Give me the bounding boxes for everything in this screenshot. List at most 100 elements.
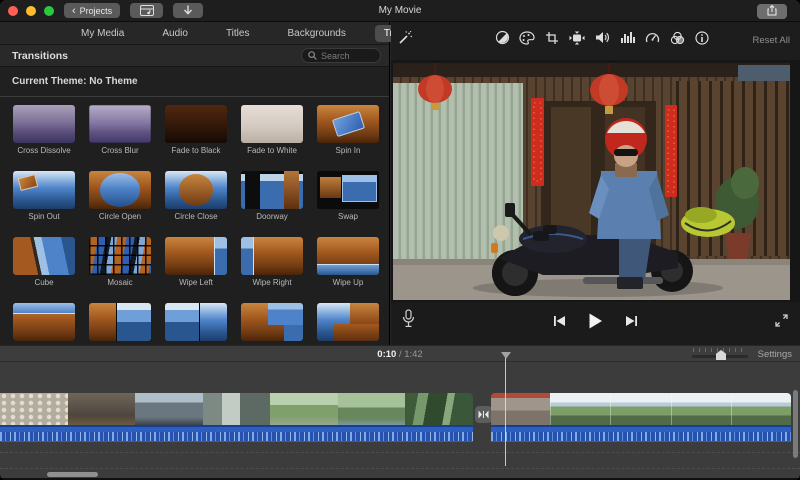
color-balance-icon [495, 30, 510, 50]
skip-next-button[interactable] [621, 313, 643, 333]
imovie-window: ‹ Projects My Movie My MediaAudioTitlesB… [0, 0, 800, 480]
import-media-button[interactable] [173, 3, 203, 18]
volume-button[interactable] [591, 30, 613, 50]
skip-next-icon [625, 314, 638, 332]
clip-video-thumbnails [491, 393, 791, 425]
timeline-horizontal-scrollbar[interactable] [47, 472, 98, 477]
timeline-settings-button[interactable]: Settings [758, 349, 792, 360]
frame-thumbnail-market-stall [68, 393, 136, 425]
download-icon [183, 5, 193, 16]
info-icon [695, 31, 709, 50]
clip-filter-button[interactable] [666, 30, 688, 50]
transition-label: Wipe Up [333, 278, 364, 287]
transition-cross-blur[interactable]: Cross Blur [82, 105, 158, 155]
info-button[interactable] [691, 30, 713, 50]
playhead[interactable] [505, 352, 506, 466]
media-browser-panel: My Media Audio Titles Backgrounds Transition… [0, 22, 390, 345]
time-current: 0:10 [377, 349, 396, 360]
crop-button[interactable] [541, 30, 563, 50]
search-field[interactable] [301, 48, 381, 63]
transition-thumbnail [13, 105, 75, 143]
close-window-button[interactable] [8, 6, 18, 16]
transition-thumbnail [89, 171, 151, 209]
timeline-clip-2[interactable] [491, 393, 791, 473]
timeline-vertical-scrollbar[interactable] [793, 390, 798, 458]
transition-label: Cross Dissolve [17, 146, 70, 155]
chevron-left-icon: ‹ [72, 5, 76, 17]
timeline-clip-1[interactable] [0, 393, 473, 473]
reset-all-button[interactable]: Reset All [753, 35, 791, 46]
transition-thumbnail [165, 171, 227, 209]
media-browser-button[interactable] [130, 3, 163, 18]
transition-thumbnail [241, 171, 303, 209]
transition-fade-to-white[interactable]: Fade to White [234, 105, 310, 155]
frame-thumbnail-alley [203, 393, 271, 425]
frame-thumbnail-bamboo [405, 393, 473, 425]
traffic-lights [8, 6, 54, 16]
frame-thumbnail-grass-sky [610, 393, 670, 425]
enhance-button[interactable] [394, 30, 416, 50]
transition-spin-out[interactable]: Spin Out [6, 171, 82, 221]
tab-titles[interactable]: Titles [217, 25, 259, 42]
transition-mosaic[interactable]: Mosaic [82, 237, 158, 287]
projects-back-button[interactable]: ‹ Projects [64, 3, 120, 18]
zoom-window-button[interactable] [44, 6, 54, 16]
transition-label: Fade to Black [172, 146, 221, 155]
transition-thumbnail [165, 237, 227, 275]
transition-join-icon [478, 406, 489, 424]
transition-label: Mosaic [107, 278, 132, 287]
transition-cube[interactable]: Cube [6, 237, 82, 287]
transition-art [165, 105, 227, 143]
speed-button[interactable] [641, 30, 663, 50]
tab-backgrounds[interactable]: Backgrounds [278, 25, 354, 42]
transition-circle-open[interactable]: Circle Open [82, 171, 158, 221]
transition-art [317, 171, 379, 209]
browser-header-title: Transitions [12, 50, 68, 62]
time-total: 1:42 [404, 349, 423, 360]
transition-doorway[interactable]: Doorway [234, 171, 310, 221]
search-input[interactable] [321, 51, 377, 61]
fullscreen-button[interactable] [770, 313, 792, 333]
tab-my-media[interactable]: My Media [72, 25, 133, 42]
minimize-window-button[interactable] [26, 6, 36, 16]
transition-cross-dissolve[interactable]: Cross Dissolve [6, 105, 82, 155]
transition-thumbnail [13, 303, 75, 341]
tab-audio[interactable]: Audio [153, 25, 197, 42]
transition-circle-close[interactable]: Circle Close [158, 171, 234, 221]
transition-thumbnail [89, 105, 151, 143]
transition-thumbnail [317, 303, 379, 341]
transition-art [241, 303, 303, 341]
playhead-handle[interactable] [501, 352, 511, 359]
transition-wipe-up[interactable]: Wipe Up [310, 237, 386, 287]
color-correction-button[interactable] [516, 30, 538, 50]
transition-wipe-left[interactable]: Wipe Left [158, 237, 234, 287]
transition-spin-in[interactable]: Spin In [310, 105, 386, 155]
transition-swap[interactable]: Swap [310, 171, 386, 221]
transition-thumbnail [165, 105, 227, 143]
playback-controls [391, 302, 800, 345]
transition-label: Fade to White [247, 146, 297, 155]
noise-reduction-button[interactable] [616, 30, 638, 50]
skip-previous-icon [553, 314, 566, 332]
color-balance-button[interactable] [491, 30, 513, 50]
frame-thumbnail-park-lake [338, 393, 406, 425]
transition-label: Circle Close [174, 212, 217, 221]
enhance-wand-icon [398, 30, 413, 50]
frame-thumbnail-park-crowd [270, 393, 338, 425]
transition-art [317, 303, 379, 341]
timeline-transition-badge[interactable] [475, 406, 492, 423]
transition-label: Spin Out [28, 212, 59, 221]
transition-fade-to-black[interactable]: Fade to Black [158, 105, 234, 155]
play-button[interactable] [585, 313, 607, 333]
browser-header: Transitions [0, 45, 389, 67]
transition-wipe-right[interactable]: Wipe Right [234, 237, 310, 287]
color-correction-icon [519, 31, 535, 50]
share-button[interactable] [757, 4, 787, 19]
skip-previous-button[interactable] [549, 313, 571, 333]
timeline-zoom-slider[interactable] [692, 347, 748, 362]
current-theme-label: Current Theme: No Theme [12, 76, 138, 87]
stabilization-button[interactable] [566, 30, 588, 50]
viewer-panel: Reset All [391, 22, 800, 345]
timeline [0, 362, 800, 478]
transition-thumbnail [165, 303, 227, 341]
